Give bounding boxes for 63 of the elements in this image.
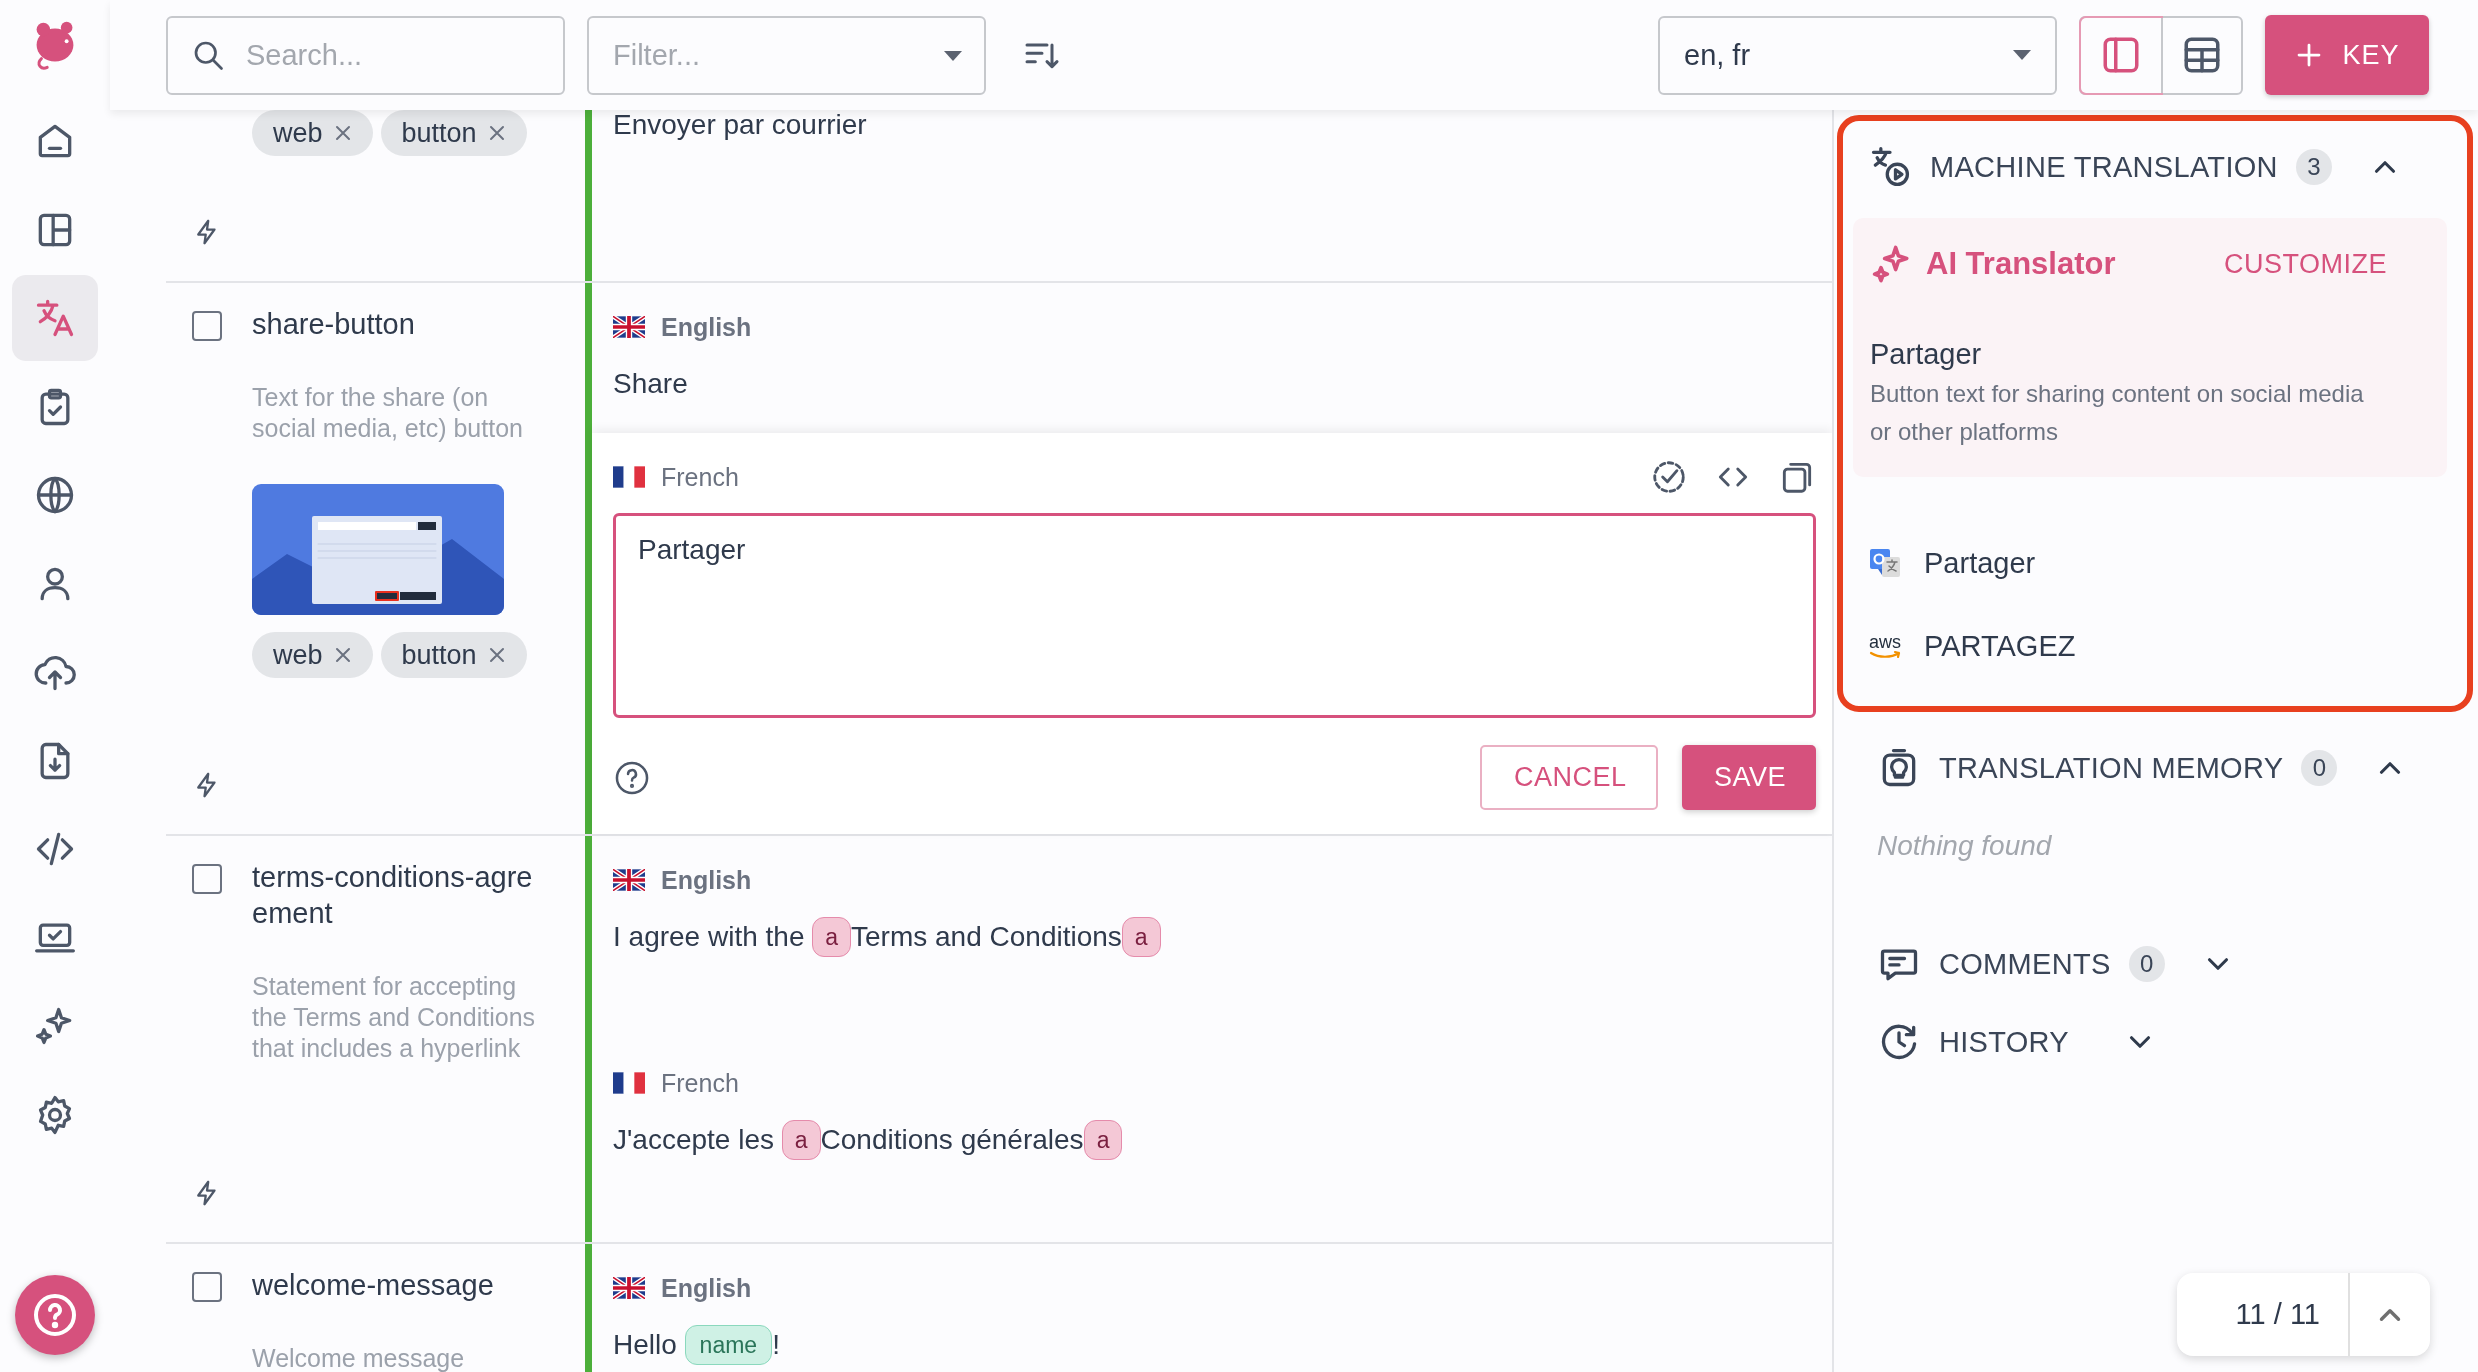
aws-logo: aws — [1868, 634, 1902, 659]
tag-chip: button — [380, 632, 527, 678]
help-icon — [31, 1291, 79, 1339]
key-name: terms-conditions-agreement — [252, 860, 534, 931]
row-checkbox[interactable] — [192, 864, 222, 894]
row-checkbox[interactable] — [192, 1272, 222, 1302]
tag-chip: web — [252, 632, 373, 678]
count-badge: 0 — [2301, 750, 2338, 786]
language-label: English — [661, 1273, 752, 1303]
language-select[interactable]: en, fr — [1658, 15, 2057, 95]
search-field[interactable]: Search... — [166, 15, 565, 95]
html-tag-chip: a — [781, 1120, 821, 1160]
tag-chip: button — [380, 110, 527, 156]
count-badge: 3 — [2295, 149, 2332, 185]
section-title: MACHINE TRANSLATION — [1930, 150, 2278, 184]
translation-text: Terms and Conditions — [851, 920, 1122, 954]
customize-link[interactable]: CUSTOMIZE — [2224, 248, 2387, 280]
dashed-check-circle-icon — [1650, 458, 1688, 496]
key-description: Statement for accepting the Terms and Conditions that includes a hyperlink — [252, 971, 537, 1064]
translation-text: Envoyer par courrier — [613, 110, 867, 140]
view-mode-button[interactable] — [2081, 17, 2161, 93]
translation-text: Share — [613, 367, 688, 401]
translation-input[interactable]: Partager — [613, 513, 1816, 718]
language-label: French — [661, 462, 739, 492]
filter-dropdown[interactable]: Filter... — [587, 15, 986, 95]
nav-item[interactable] — [12, 275, 98, 361]
count-badge: 0 — [2128, 946, 2165, 982]
section-title: HISTORY — [1939, 1025, 2069, 1059]
language-label: English — [661, 865, 752, 895]
tag-chip: web — [252, 110, 373, 156]
cancel-button[interactable]: CANCEL — [1480, 745, 1658, 810]
translation-text: I agree with the — [613, 920, 806, 954]
translation-text: ! — [772, 1328, 780, 1362]
language-label: English — [661, 312, 752, 342]
language-label: French — [661, 1068, 739, 1098]
translation-text: Conditions générales — [820, 1123, 1084, 1157]
variable-chip: name — [684, 1325, 773, 1365]
suggestion-text[interactable]: Partager — [1924, 547, 2036, 580]
key-description: Text for the share (on social media, etc) button — [252, 382, 524, 444]
key-name: share-button — [252, 307, 416, 342]
translation-text: J'accepte les — [613, 1123, 775, 1157]
section-title: TRANSLATION MEMORY — [1939, 751, 2284, 785]
review-button[interactable] — [1650, 458, 1688, 496]
translation-text: Hello — [613, 1328, 678, 1362]
help-button[interactable] — [15, 1275, 95, 1355]
suggestion-text: Partager — [1870, 338, 1983, 371]
section-title: COMMENTS — [1939, 947, 2111, 981]
html-tag-chip: a — [1083, 1120, 1123, 1160]
html-tag-chip: a — [1121, 917, 1161, 957]
row-checkbox[interactable] — [192, 311, 222, 341]
html-tag-chip: a — [812, 917, 852, 957]
empty-message: Nothing found — [1877, 829, 2053, 863]
provider-name: AI Translator — [1926, 246, 2117, 282]
dropdown-caret-icon — [944, 50, 962, 61]
smile-arrow-icon — [1869, 650, 1901, 659]
suggestion-text[interactable]: PARTAGEZ — [1924, 630, 2076, 663]
ai-suggestion-card[interactable]: AI Translator CUSTOMIZE Partager Button text for sharing content on social media or other platforms — [1853, 218, 2447, 477]
key-name: welcome-message — [252, 1268, 495, 1303]
page-counter: 11 / 11 — [2177, 1273, 2350, 1356]
key-description: Welcome message — [252, 1343, 466, 1372]
suggestion-description: Button text for sharing content on social media or other platforms — [1870, 379, 2365, 447]
add-key-button[interactable]: KEY — [2265, 15, 2429, 95]
save-button[interactable]: SAVE — [1682, 745, 1816, 810]
